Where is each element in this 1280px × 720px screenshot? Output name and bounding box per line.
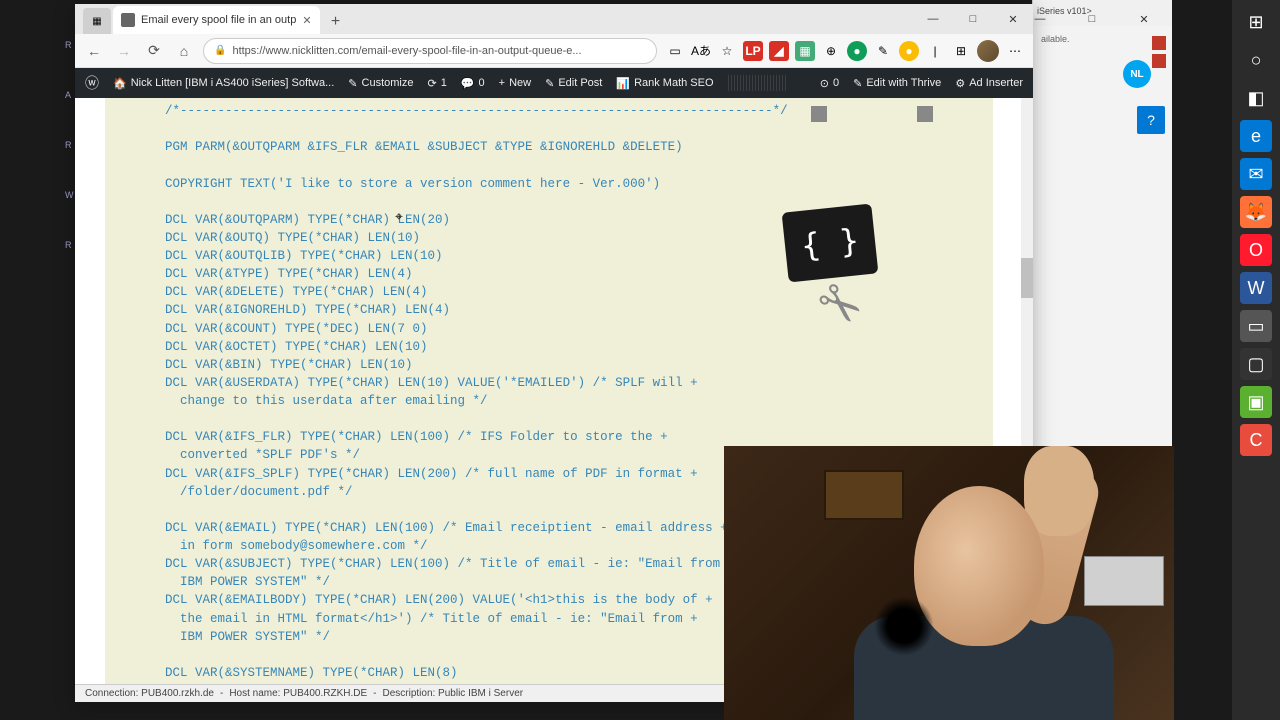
status-host: Host name: PUB400.RZKH.DE [229,688,367,699]
terminal-icon[interactable]: ▢ [1240,348,1272,380]
url-text: https://www.nicklitten.com/email-every-s… [232,45,581,57]
tab-title: Email every spool file in an outp [141,14,296,26]
refresh-icon[interactable]: ⟳ [143,40,165,62]
word-icon[interactable]: W [1240,272,1272,304]
edit-thrive-link[interactable]: ✎ Edit with Thrive [853,77,941,90]
ext6-icon[interactable]: ✎ [873,41,893,61]
url-field[interactable]: 🔒 https://www.nicklitten.com/email-every… [203,38,657,64]
reader-icon[interactable]: ▭ [665,41,685,61]
left-desktop-strip: RARWR [63,0,75,720]
favicon-icon [121,13,135,27]
windows-right-taskbar[interactable]: ⊞ ○ ◧ e ✉ 🦊 O W ▭ ▢ ▣ C [1232,0,1280,720]
wp-logo-icon[interactable]: ⓦ [85,73,99,93]
lock-icon: 🔒 [214,45,226,56]
address-bar: ← → ⟳ ⌂ 🔒 https://www.nicklitten.com/ema… [75,34,1033,68]
user-avatar-initials[interactable]: NL [1123,60,1151,88]
active-tab[interactable]: Email every spool file in an outp ✕ [113,6,320,34]
ext1-icon[interactable]: LP [743,41,763,61]
ext4-icon[interactable]: ⊕ [821,41,841,61]
favorite-icon[interactable]: ☆ [717,41,737,61]
menu-icon[interactable]: ⋯ [1005,41,1025,61]
ad-inserter-link[interactable]: ⚙ Ad Inserter [955,77,1023,90]
ext7-icon[interactable]: ● [899,41,919,61]
toolbar-icons: ▭ Aあ ☆ LP ◢ ▦ ⊕ ● ✎ ● | ⊞ ⋯ [665,40,1025,62]
forward-icon[interactable]: → [113,40,135,62]
bg-ext-icons [1152,36,1166,68]
window-controls: — □ ✕ [913,4,1033,34]
wordpress-admin-bar: ⓦ 🏠 Nick Litten [IBM i AS400 iSeries] So… [75,68,1033,98]
close-button[interactable]: ✕ [993,4,1033,34]
edge-icon[interactable]: e [1240,120,1272,152]
bg-window-controls[interactable]: —□✕ [1012,0,1172,38]
c-app-icon[interactable]: C [1240,424,1272,456]
mouse-cursor: ⌖ [395,208,403,228]
cortana-icon[interactable]: ◧ [1240,82,1272,114]
close-tab-icon[interactable]: ✕ [302,14,311,27]
profile-avatar[interactable] [977,40,999,62]
webcam-overlay [724,446,1174,720]
firefox-icon[interactable]: 🦊 [1240,196,1272,228]
status-desc: Description: Public IBM i Server [382,688,523,699]
floating-badges [811,106,933,122]
new-link[interactable]: + New [499,77,531,89]
camtasia-icon[interactable]: ▣ [1240,386,1272,418]
pinned-tab[interactable]: ▦ [83,8,111,34]
new-tab-button[interactable]: + [324,10,348,34]
opera-icon[interactable]: O [1240,234,1272,266]
thrive-count[interactable]: ⊙ 0 [820,77,839,90]
ext2-icon[interactable]: ◢ [769,41,789,61]
home-icon[interactable]: ⌂ [173,40,195,62]
back-icon[interactable]: ← [83,40,105,62]
rank-math-link[interactable]: 📊 Rank Math SEO [616,77,713,90]
maximize-button[interactable]: □ [953,4,993,34]
ext8-icon[interactable]: | [925,41,945,61]
ext5-icon[interactable]: ● [847,41,867,61]
explorer-icon[interactable]: ▭ [1240,310,1272,342]
edit-post-link[interactable]: ✎ Edit Post [545,77,602,90]
status-connection: Connection: PUB400.rzkh.de [85,688,214,699]
customize-link[interactable]: ✎ Customize [348,77,413,90]
search-icon[interactable]: ○ [1240,44,1272,76]
help-icon[interactable]: ? [1137,106,1165,134]
minimize-button[interactable]: — [913,4,953,34]
waveform-icon [728,75,788,91]
windows-start-icon[interactable]: ⊞ [1240,6,1272,38]
updates-link[interactable]: ⟳ 1 [427,77,446,90]
titlebar: ▦ Email every spool file in an outp ✕ + … [75,4,1033,34]
comments-link[interactable]: 💬 0 [461,77,485,90]
translate-icon[interactable]: Aあ [691,41,711,61]
scrollbar-thumb[interactable] [1021,258,1033,298]
ext3-icon[interactable]: ▦ [795,41,815,61]
code-snippet-graphic: { } ✂ [775,208,915,358]
outlook-icon[interactable]: ✉ [1240,158,1272,190]
collections-icon[interactable]: ⊞ [951,41,971,61]
site-name[interactable]: 🏠 Nick Litten [IBM i AS400 iSeries] Soft… [113,77,334,90]
